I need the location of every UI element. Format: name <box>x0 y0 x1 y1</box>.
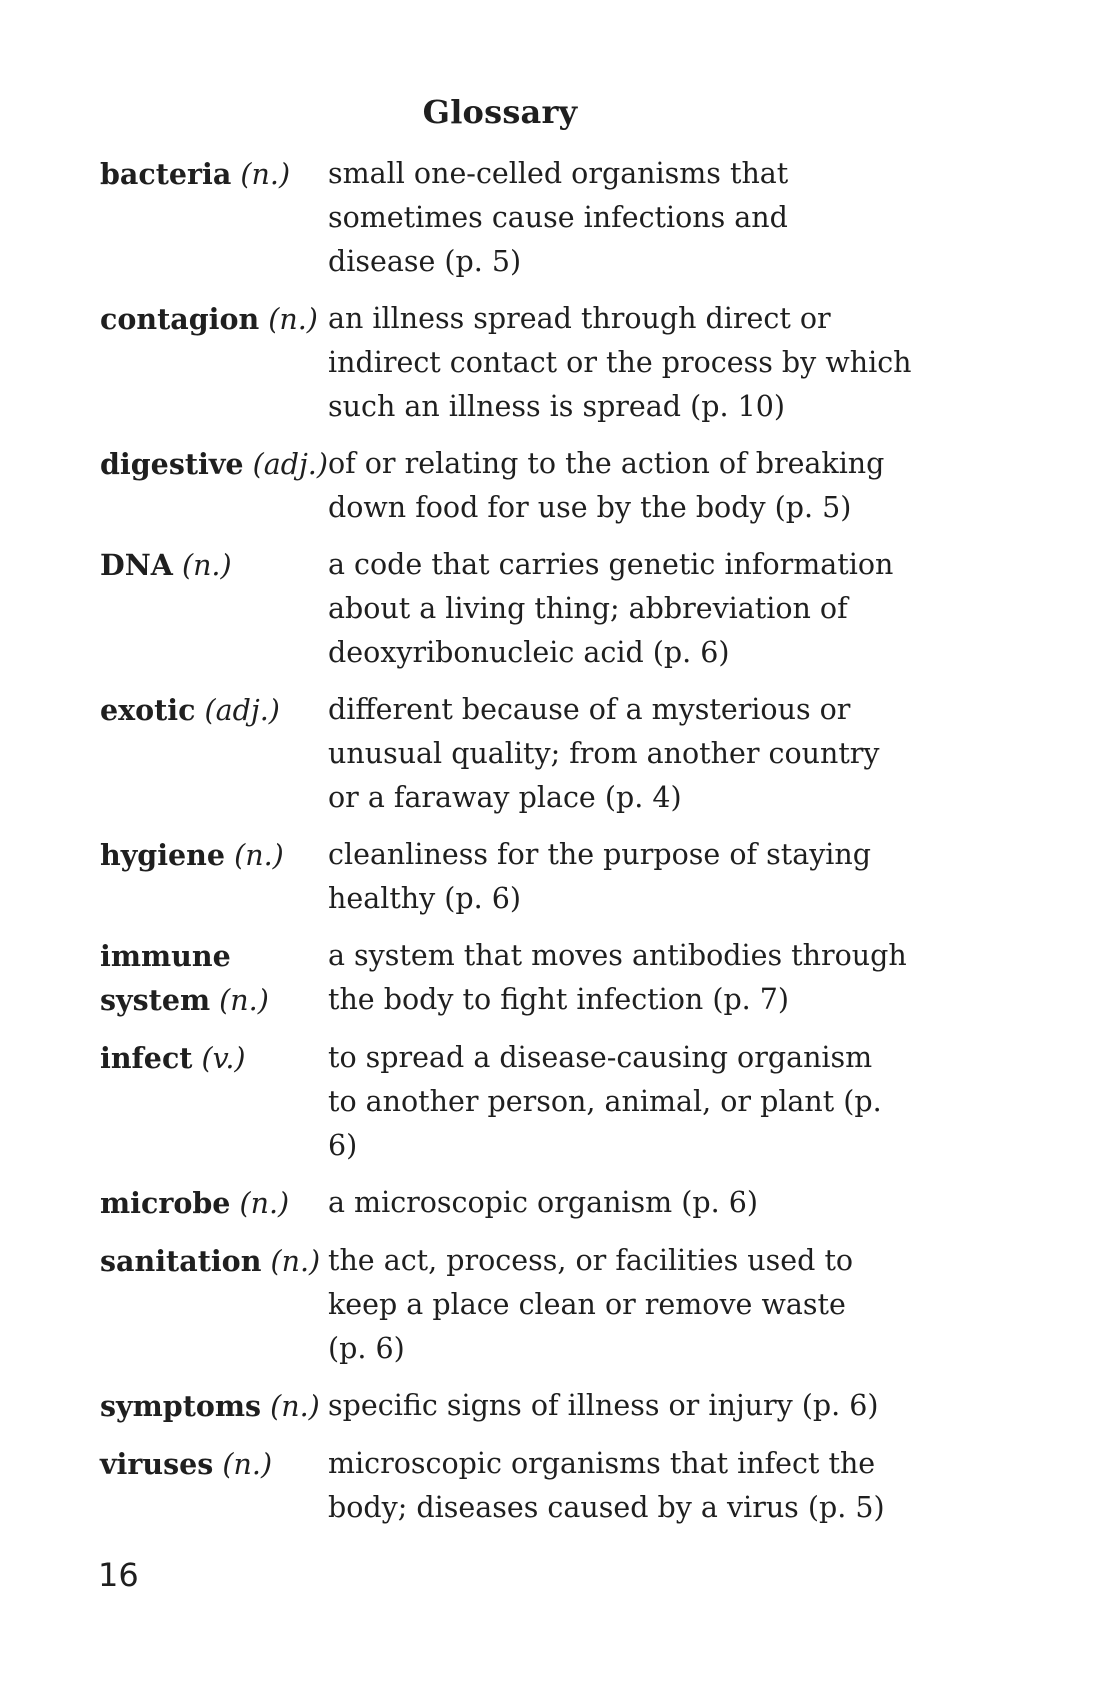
glossary-definition: specific signs of illness or injury (p. … <box>328 1389 879 1422</box>
term-word: digestive <box>100 447 244 481</box>
part-of-speech: (v.) <box>201 1042 246 1075</box>
glossary-entry-immune-system: immune system (n.) a system that moves a… <box>100 934 920 1023</box>
glossary-term: digestive (adj.) <box>100 442 328 530</box>
part-of-speech: (n.) <box>270 1245 321 1278</box>
glossary-term: hygiene (n.) <box>100 833 328 921</box>
glossary-definition: cleanliness for the purpose of staying h… <box>328 838 872 915</box>
term-word: contagion <box>100 302 260 336</box>
glossary-entry-sanitation: sanitation (n.) the act, process, or fac… <box>100 1239 920 1371</box>
term-word-line2: system <box>100 983 211 1017</box>
glossary-term: bacteria (n.) <box>100 152 328 284</box>
term-word: symptoms <box>100 1389 262 1423</box>
glossary-term: sanitation (n.) <box>100 1239 328 1371</box>
part-of-speech: (n.) <box>239 1187 290 1220</box>
glossary-term: infect (v.) <box>100 1036 328 1168</box>
glossary-entry-exotic: exotic (adj.) different because of a mys… <box>100 688 920 820</box>
page-number: 16 <box>98 1556 139 1594</box>
glossary-entry-contagion: contagion (n.) an illness spread through… <box>100 297 920 429</box>
term-word-line1: immune <box>100 939 231 973</box>
term-word: DNA <box>100 548 173 582</box>
glossary-definition: a microscopic organism (p. 6) <box>328 1186 758 1219</box>
glossary-list: bacteria (n.) small one-celled organisms… <box>100 152 920 1543</box>
part-of-speech: (n.) <box>219 984 269 1017</box>
term-word: viruses <box>100 1447 214 1481</box>
glossary-entry-infect: infect (v.) to spread a disease-causing … <box>100 1036 920 1168</box>
glossary-term: viruses (n.) <box>100 1442 328 1530</box>
part-of-speech: (n.) <box>268 303 318 336</box>
glossary-term: symptoms (n.) <box>100 1384 328 1429</box>
term-word: sanitation <box>100 1244 262 1278</box>
term-word: hygiene <box>100 838 226 872</box>
term-word: infect <box>100 1041 193 1075</box>
part-of-speech: (n.) <box>240 158 291 191</box>
page-title: Glossary <box>422 93 578 131</box>
glossary-term: microbe (n.) <box>100 1181 328 1226</box>
glossary-term: exotic (adj.) <box>100 688 328 820</box>
glossary-term: contagion (n.) <box>100 297 328 429</box>
glossary-definition: microscopic organisms that infect the bo… <box>328 1447 885 1524</box>
glossary-definition: small one-celled organisms that sometime… <box>328 157 789 278</box>
term-word: exotic <box>100 693 196 727</box>
glossary-entry-symptoms: symptoms (n.) specific signs of illness … <box>100 1384 920 1429</box>
part-of-speech: (adj.) <box>204 694 280 727</box>
glossary-definition: a code that carries genetic information … <box>328 548 894 669</box>
glossary-term: immune system (n.) <box>100 934 328 1023</box>
glossary-entry-digestive: digestive (adj.) of or relating to the a… <box>100 442 920 530</box>
part-of-speech: (n.) <box>181 549 232 582</box>
term-word: microbe <box>100 1186 231 1220</box>
glossary-definition: the act, process, or facilities used to … <box>328 1244 854 1365</box>
glossary-entry-hygiene: hygiene (n.) cleanliness for the purpose… <box>100 833 920 921</box>
glossary-definition: to spread a disease-causing organism to … <box>328 1041 882 1162</box>
glossary-definition: a system that moves antibodies through t… <box>328 939 907 1016</box>
term-word: bacteria <box>100 157 232 191</box>
part-of-speech: (n.) <box>234 839 284 872</box>
glossary-entry-microbe: microbe (n.) a microscopic organism (p. … <box>100 1181 920 1226</box>
glossary-definition: of or relating to the action of breaking… <box>328 447 885 524</box>
glossary-definition: different because of a mysterious or unu… <box>328 693 880 814</box>
part-of-speech: (n.) <box>270 1390 320 1423</box>
glossary-term: DNA (n.) <box>100 543 328 675</box>
part-of-speech: (adj.) <box>252 448 328 481</box>
glossary-entry-bacteria: bacteria (n.) small one-celled organisms… <box>100 152 920 284</box>
part-of-speech: (n.) <box>222 1448 273 1481</box>
glossary-entry-viruses: viruses (n.) microscopic organisms that … <box>100 1442 920 1530</box>
glossary-entry-dna: DNA (n.) a code that carries genetic inf… <box>100 543 920 675</box>
glossary-definition: an illness spread through direct or indi… <box>328 302 912 423</box>
